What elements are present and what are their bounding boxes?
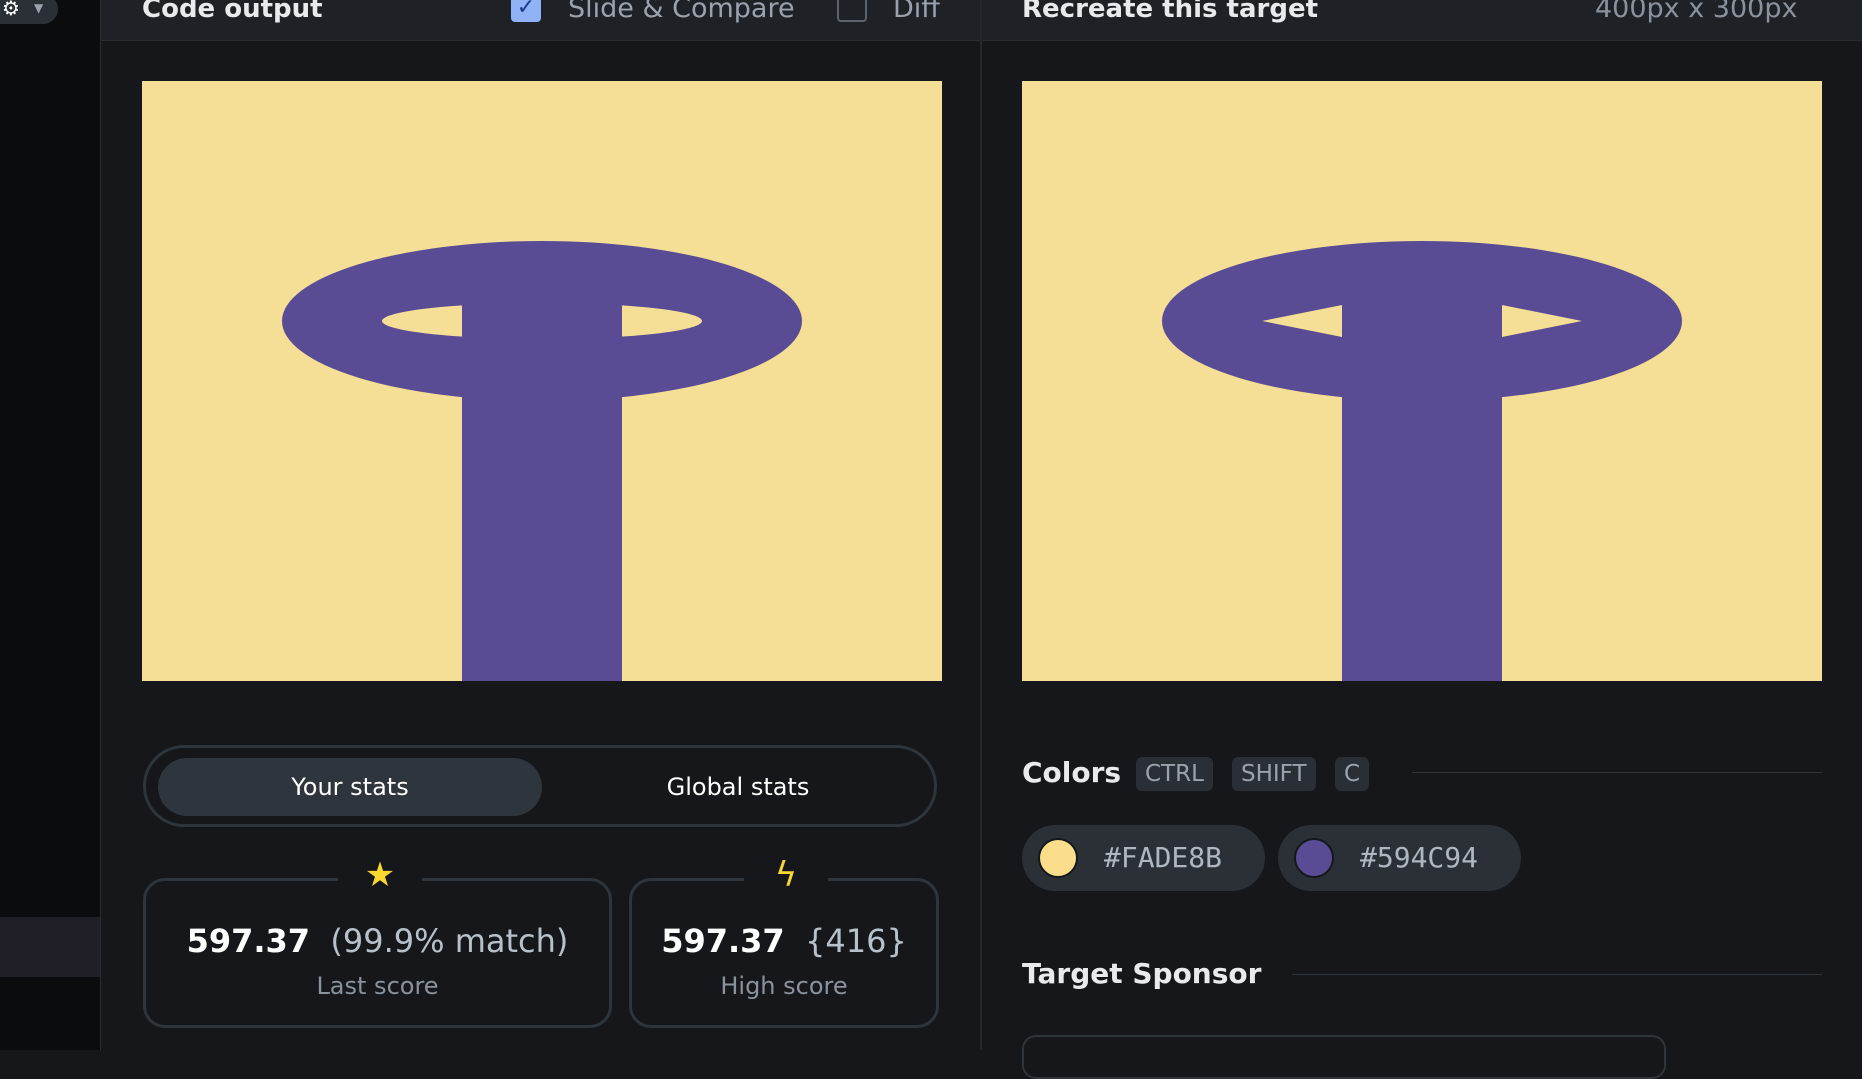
swatch-hex-2: #594C94 [1360,841,1479,874]
code-output-canvas[interactable] [142,81,942,681]
diff-checkbox[interactable] [837,0,867,22]
stats-tabs: Your stats Global stats [143,745,937,827]
caret-down-icon: ▼ [34,1,44,15]
swatch-hex-1: #FADE8B [1104,841,1223,874]
target-render [1022,81,1822,681]
settings-menu[interactable]: ⚙ ▼ [0,0,58,24]
code-output-title: Code output [142,0,323,24]
sponsor-heading: Target Sponsor [1022,957,1262,990]
left-rail: ⚙ ▼ [0,0,101,1050]
last-score-value: 597.37 (99.9% match) [186,922,569,960]
rail-active-item[interactable] [0,917,100,977]
tab-global-stats[interactable]: Global stats [546,758,930,816]
sponsor-divider [1292,974,1822,975]
high-score-value: 597.37 {416} [661,922,907,960]
last-score-card: ★ 597.37 (99.9% match) Last score [143,855,612,1028]
swatch-dot-1 [1038,838,1078,878]
output-render [142,81,942,681]
high-score-card: ϟ 597.37 {416} High score [629,855,939,1028]
gear-icon: ⚙ [2,0,20,20]
slide-compare-checkbox[interactable]: ✓ [511,0,541,22]
colors-heading: Colors [1022,756,1122,789]
color-swatch-1[interactable]: #FADE8B [1022,825,1265,891]
panel-divider [980,0,982,1050]
bolt-icon: ϟ [774,855,798,895]
colors-divider [1412,772,1822,773]
target-stem [1342,281,1502,681]
target-size-label: 400px x 300px [1595,0,1798,24]
diff-label[interactable]: Diff [893,0,940,26]
color-swatch-2[interactable]: #594C94 [1278,825,1521,891]
shortcut-key-ctrl: CTRL [1136,757,1213,791]
shortcut-key-c: C [1335,757,1370,791]
target-title: Recreate this target [1022,0,1319,24]
tab-your-stats[interactable]: Your stats [158,758,542,816]
shortcut-key-shift: SHIFT [1232,757,1316,791]
swatch-dot-2 [1294,838,1334,878]
check-icon: ✓ [516,0,536,20]
target-canvas[interactable] [1022,81,1822,681]
high-score-label: High score [720,972,848,1000]
sponsor-box[interactable] [1022,1035,1666,1079]
star-icon: ★ [364,855,396,895]
last-score-label: Last score [316,972,439,1000]
slide-compare-label[interactable]: Slide & Compare [568,0,795,26]
output-stem [462,281,622,681]
